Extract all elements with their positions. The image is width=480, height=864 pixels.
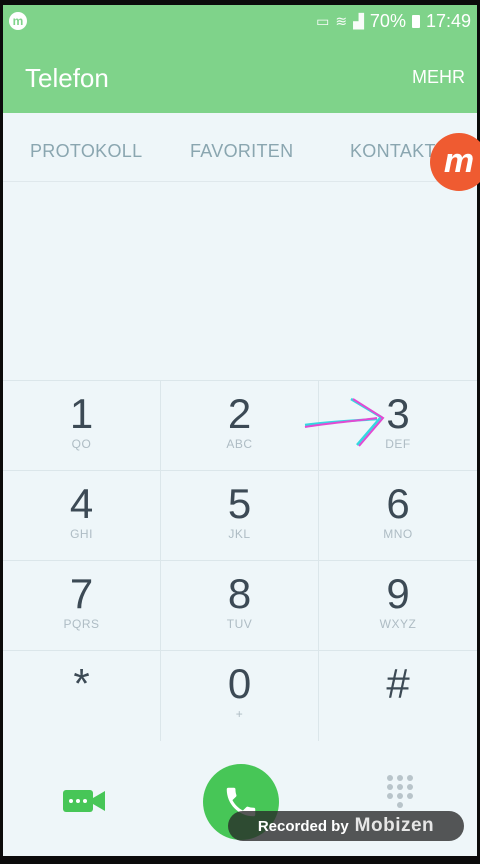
key-letters: JKL bbox=[228, 527, 251, 541]
key-0[interactable]: 0 + bbox=[161, 651, 319, 741]
recorded-by-watermark: Recorded by Mobizen bbox=[228, 811, 464, 841]
annotation-arrow-icon bbox=[304, 397, 385, 447]
tab-bar: PROTOKOLL FAVORITEN KONTAKTE bbox=[3, 113, 477, 182]
dialpad-icon[interactable] bbox=[386, 774, 414, 814]
wifi-icon: ≋ bbox=[335, 13, 348, 29]
clock: 17:49 bbox=[425, 11, 471, 31]
key-7[interactable]: 7 PQRS bbox=[3, 561, 161, 651]
page-title: Telefon bbox=[25, 63, 109, 93]
mobizen-logo: Mobizen bbox=[354, 815, 435, 836]
key-star[interactable]: * bbox=[3, 651, 161, 741]
status-icons: ▭ ≋ ▟ 70% 17:49 bbox=[316, 11, 471, 32]
key-letters: PQRS bbox=[63, 617, 100, 631]
more-button[interactable]: MEHR bbox=[412, 67, 465, 88]
key-letters: + bbox=[235, 707, 244, 721]
key-hash[interactable]: # bbox=[319, 651, 477, 741]
key-4[interactable]: 4 GHI bbox=[3, 471, 161, 561]
key-letters: TUV bbox=[226, 617, 253, 631]
status-bar: m ▭ ≋ ▟ 70% 17:49 bbox=[3, 5, 477, 39]
key-digit: 2 bbox=[227, 390, 252, 437]
key-9[interactable]: 9 WXYZ bbox=[319, 561, 477, 651]
tab-protokoll[interactable]: PROTOKOLL bbox=[30, 141, 142, 162]
key-digit: 9 bbox=[386, 570, 410, 617]
key-digit: 8 bbox=[227, 570, 252, 617]
dial-keypad: 1 QO 2 ABC 3 DEF 4 GHI 5 JKL 6 MNO 7 PQR… bbox=[3, 380, 477, 743]
key-5[interactable]: 5 JKL bbox=[161, 471, 319, 561]
key-letters: MNO bbox=[383, 527, 413, 541]
key-digit: 0 bbox=[227, 660, 252, 707]
key-6[interactable]: 6 MNO bbox=[319, 471, 477, 561]
battery-percent: 70% bbox=[369, 11, 406, 31]
battery-icon bbox=[411, 15, 420, 28]
video-call-icon[interactable] bbox=[61, 786, 107, 816]
cast-icon: ▭ bbox=[316, 13, 330, 29]
number-display[interactable] bbox=[3, 181, 477, 381]
mobizen-floating-button[interactable]: m bbox=[430, 133, 480, 191]
key-digit: * bbox=[73, 660, 90, 707]
signal-icon: ▟ bbox=[353, 13, 364, 29]
app-bar: Telefon MEHR bbox=[3, 39, 477, 113]
key-digit: 5 bbox=[227, 480, 252, 527]
key-letters: WXYZ bbox=[379, 617, 417, 631]
key-letters: QO bbox=[71, 437, 92, 451]
key-letters: GHI bbox=[70, 527, 93, 541]
mobizen-icon: m bbox=[9, 12, 27, 30]
key-1[interactable]: 1 QO bbox=[3, 381, 161, 471]
key-8[interactable]: 8 TUV bbox=[161, 561, 319, 651]
key-digit: 1 bbox=[69, 390, 94, 437]
recorded-by-text: Recorded by bbox=[257, 817, 349, 835]
key-digit: # bbox=[386, 660, 410, 707]
key-digit: 4 bbox=[69, 480, 94, 527]
key-digit: 6 bbox=[386, 480, 410, 527]
key-letters: ABC bbox=[226, 437, 253, 451]
phone-screen: m ▭ ≋ ▟ 70% 17:49 Telefon MEHR PROTOKOLL… bbox=[3, 5, 477, 856]
key-digit: 7 bbox=[69, 570, 94, 617]
tab-favoriten[interactable]: FAVORITEN bbox=[190, 141, 293, 162]
key-2[interactable]: 2 ABC bbox=[161, 381, 319, 471]
